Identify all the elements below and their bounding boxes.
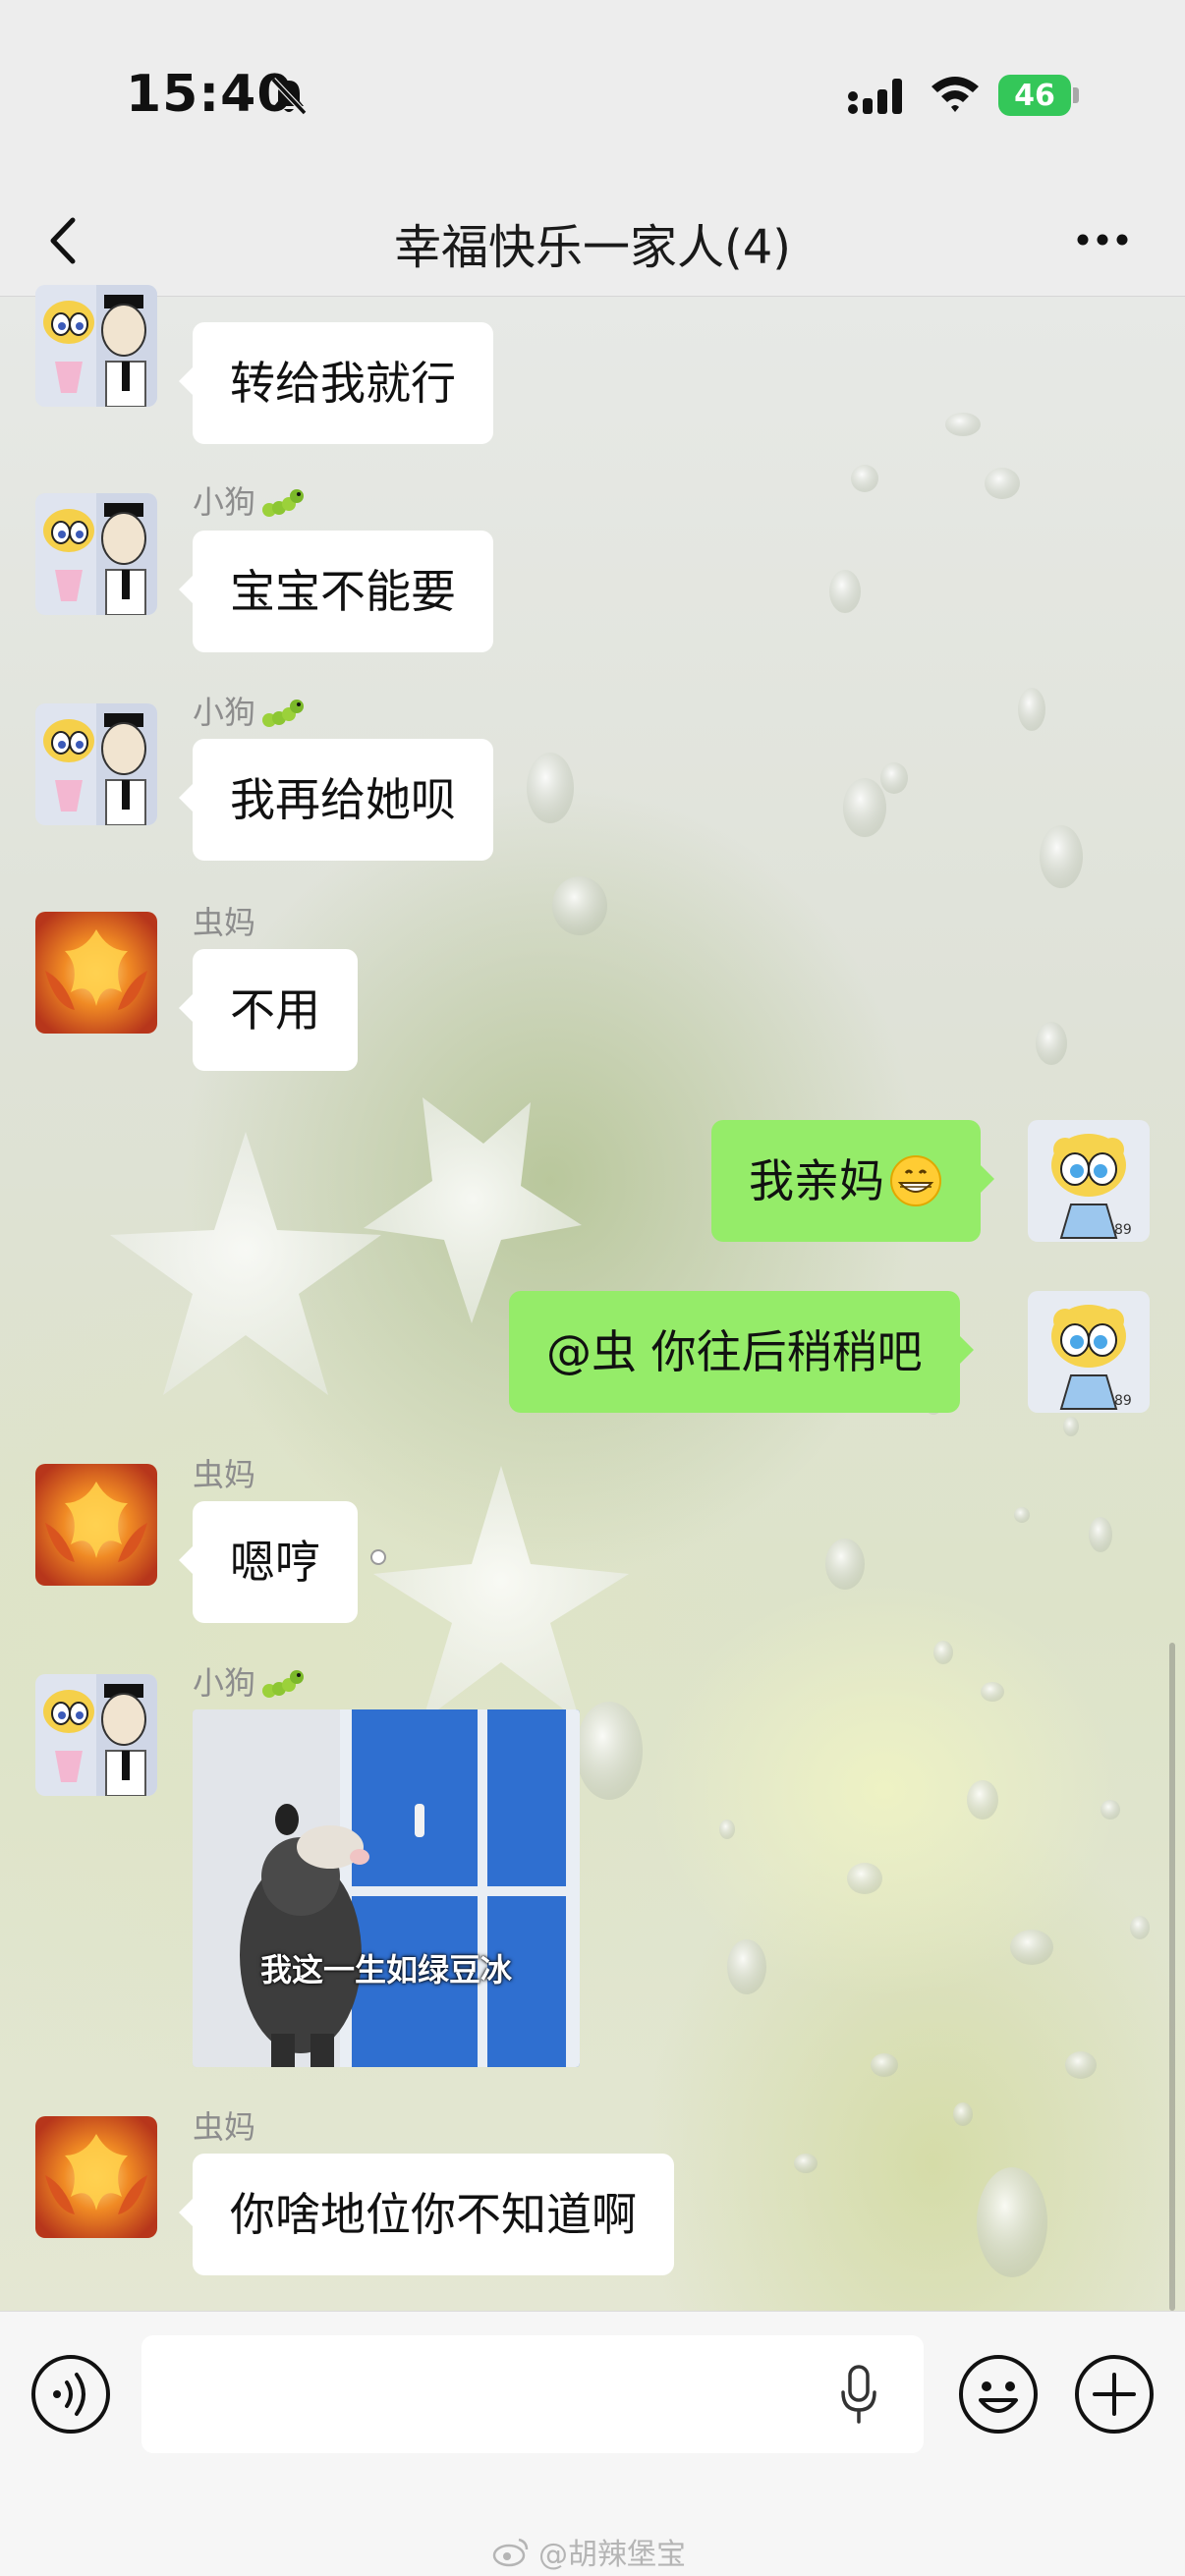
sender-name: 虫妈 xyxy=(193,1456,256,1493)
cartoon-avatar-icon xyxy=(35,1674,157,1796)
chat-header: 幸福快乐一家人(4) xyxy=(0,187,1185,297)
sender-name-text: 小狗 xyxy=(193,694,256,731)
phoenix-avatar-icon xyxy=(35,912,157,1034)
ellipsis-icon[interactable] xyxy=(1071,220,1134,259)
message-bubble-self[interactable]: @虫 你往后稍稍吧 xyxy=(509,1291,974,1413)
plus-icon[interactable] xyxy=(1073,2353,1156,2436)
scroll-indicator[interactable] xyxy=(1169,1643,1175,2311)
cartoon-avatar-icon xyxy=(35,493,157,615)
caterpillar-icon xyxy=(262,489,305,517)
sender-name: 小狗 xyxy=(193,688,305,734)
phoenix-avatar-icon xyxy=(35,1464,157,1586)
bubbles-avatar-icon: 89 xyxy=(1028,1291,1150,1413)
sticker-image[interactable]: 我这一生如绿豆冰 xyxy=(193,1709,580,2067)
bubbles-avatar-icon: 89 xyxy=(1028,1120,1150,1242)
svg-text:89: 89 xyxy=(1114,1222,1132,1238)
chat-title: 幸福快乐一家人(4) xyxy=(394,220,791,275)
sender-name: 小狗 xyxy=(193,1658,305,1705)
message-text: 我亲妈 xyxy=(749,1154,884,1207)
avatar[interactable] xyxy=(35,1674,157,1796)
avatar[interactable] xyxy=(35,1464,157,1586)
watermark: @胡辣堡宝 xyxy=(491,2530,686,2573)
caterpillar-icon xyxy=(262,1670,305,1698)
weibo-icon xyxy=(492,2538,529,2567)
message-bubble[interactable]: 嗯哼 xyxy=(179,1501,358,1623)
smiley-icon[interactable] xyxy=(957,2353,1040,2436)
grinning-face-icon xyxy=(890,1154,941,1206)
sender-name-text: 小狗 xyxy=(193,483,256,521)
avatar[interactable] xyxy=(35,703,157,825)
battery-level: 46 xyxy=(998,75,1071,116)
bell-off-icon xyxy=(270,77,308,116)
sender-name: 虫妈 xyxy=(193,2108,256,2146)
microphone-icon[interactable] xyxy=(839,2363,878,2426)
watermark-text: @胡辣堡宝 xyxy=(538,2538,686,2572)
avatar[interactable] xyxy=(35,493,157,615)
message-bubble[interactable]: 我再给她呗 xyxy=(179,739,493,861)
phoenix-avatar-icon xyxy=(35,2116,157,2238)
message-input[interactable] xyxy=(141,2335,924,2453)
avatar[interactable] xyxy=(35,2116,157,2238)
avatar[interactable] xyxy=(35,912,157,1034)
avatar[interactable] xyxy=(35,285,157,407)
sender-name-text: 小狗 xyxy=(193,1664,256,1702)
message-bubble[interactable]: 你啥地位你不知道啊 xyxy=(179,2154,674,2275)
avatar-self[interactable]: 89 xyxy=(1028,1291,1150,1413)
message-bubble-self[interactable]: 我亲妈 xyxy=(711,1120,994,1242)
caterpillar-icon xyxy=(262,700,305,727)
svg-text:89: 89 xyxy=(1114,1393,1132,1409)
sticker-caption: 我这一生如绿豆冰 xyxy=(259,1951,512,1988)
wifi-icon xyxy=(931,77,979,112)
message-bubble[interactable]: 转给我就行 xyxy=(179,322,493,444)
battery-icon: 46 xyxy=(998,75,1079,116)
cartoon-avatar-icon xyxy=(35,285,157,407)
signal-icon xyxy=(848,79,902,114)
cartoon-avatar-icon xyxy=(35,703,157,825)
avatar-self[interactable]: 89 xyxy=(1028,1120,1150,1242)
message-bubble[interactable]: 不用 xyxy=(179,949,358,1071)
voice-icon[interactable] xyxy=(29,2353,112,2436)
sender-name: 虫妈 xyxy=(193,904,256,941)
status-bar: 15:40 46 xyxy=(0,0,1185,187)
opossum-sticker xyxy=(193,1709,580,2067)
message-bubble[interactable]: 宝宝不能要 xyxy=(179,531,493,652)
input-bar: @胡辣堡宝 xyxy=(0,2311,1185,2576)
sender-name: 小狗 xyxy=(193,477,305,524)
